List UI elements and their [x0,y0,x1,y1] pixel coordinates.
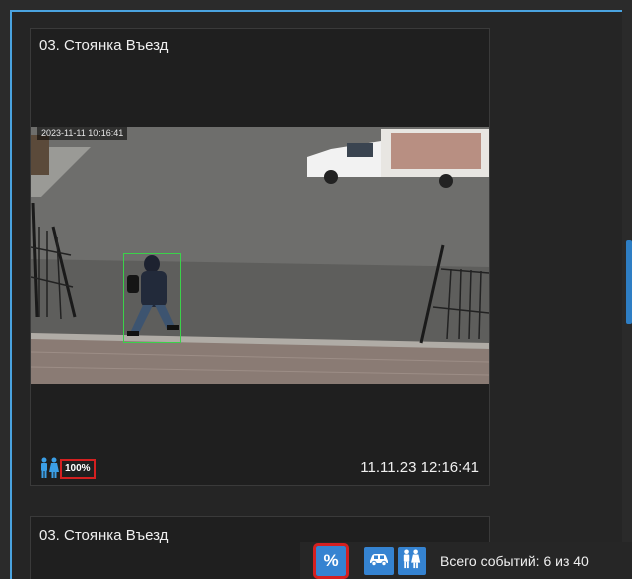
event-snapshot[interactable]: 2023-11-11 10:16:41 [31,127,489,384]
people-filter-button[interactable] [398,547,426,575]
people-icon [402,548,422,574]
car-filter-button[interactable] [364,547,394,575]
event-card[interactable]: 03. Стоянка Въезд [30,28,490,486]
scrollbar-thumb[interactable] [626,240,632,324]
parking-scene-image [31,127,489,384]
detection-box [123,253,181,343]
events-count: Всего событий: 6 из 40 [440,553,589,569]
car-icon [368,552,390,571]
camera-title: 03. Стоянка Въезд [39,37,169,54]
pedestrian-icon [39,457,61,484]
percent-label: % [323,551,339,570]
bottom-toolbar: % Всего событий: 6 из 40 [300,542,632,579]
confidence-badge: 100% [60,459,96,479]
event-datetime: 11.11.23 12:16:41 [360,459,479,476]
camera-title: 03. Стоянка Въезд [39,527,169,544]
confidence-toggle-button[interactable]: % [313,543,349,579]
card-footer: 100% 11.11.23 12:16:41 [31,449,489,483]
video-timestamp: 2023-11-11 10:16:41 [37,127,128,140]
